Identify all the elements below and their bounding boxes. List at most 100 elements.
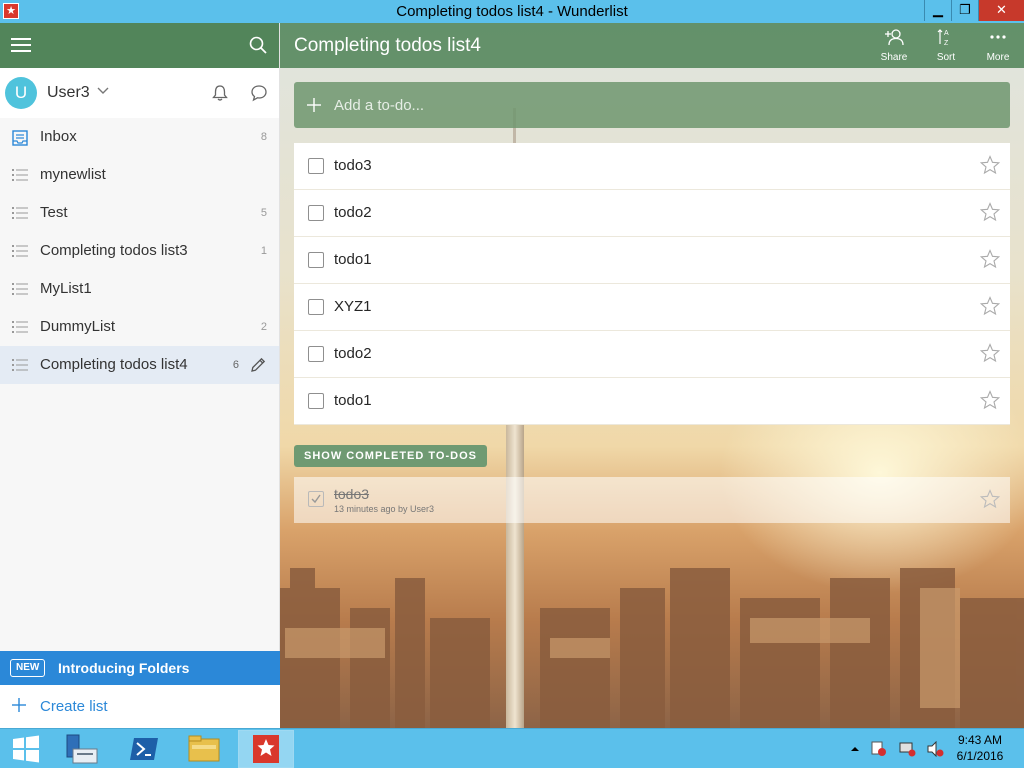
star-icon[interactable] — [980, 390, 1000, 410]
list-title: Completing todos list4 — [294, 35, 481, 56]
todo-item[interactable]: todo1 — [294, 378, 1010, 425]
sidebar-lists: Inbox 8 mynewlist Test 5 Completing todo… — [0, 118, 279, 384]
window-title: Completing todos list4 - Wunderlist — [396, 3, 628, 20]
maximize-button[interactable]: ❐ — [951, 0, 978, 21]
star-icon[interactable] — [980, 155, 1000, 175]
show-completed-button[interactable]: SHOW COMPLETED TO-DOS — [294, 445, 487, 467]
minimize-button[interactable]: ▁ — [924, 0, 951, 21]
todo-list: todo3 todo2 todo1 XYZ1 todo2 todo1 — [294, 143, 1010, 425]
window-controls: ▁ ❐ ✕ — [924, 0, 1024, 21]
sidebar-item-test[interactable]: Test 5 — [0, 194, 279, 232]
search-icon[interactable] — [249, 36, 267, 54]
svg-text:Z: Z — [944, 40, 949, 46]
todo-checkbox[interactable] — [308, 158, 324, 174]
todo-item[interactable]: todo2 — [294, 190, 1010, 237]
introducing-folders-banner[interactable]: NEW Introducing Folders — [0, 651, 280, 685]
todo-checkbox[interactable] — [308, 393, 324, 409]
todo-checkbox[interactable] — [308, 299, 324, 315]
completed-todo-item[interactable]: todo3 13 minutes ago by User3 — [294, 477, 1010, 523]
share-icon — [885, 29, 904, 46]
completed-todo-label[interactable]: todo3 — [334, 486, 369, 502]
create-list-button[interactable]: Create list — [0, 685, 280, 728]
more-button[interactable]: More — [978, 28, 1018, 63]
system-tray — [850, 741, 944, 757]
sort-button[interactable]: A Z Sort — [926, 28, 966, 63]
banner-text: Introducing Folders — [58, 660, 190, 676]
sidebar-item-count: 2 — [260, 321, 267, 333]
todo-checkbox[interactable] — [308, 252, 324, 268]
todo-label[interactable]: todo2 — [334, 345, 372, 362]
clock-time: 9:43 AM — [957, 733, 1003, 747]
server-manager-taskbar-button[interactable] — [56, 730, 112, 768]
powershell-taskbar-button[interactable] — [116, 730, 172, 768]
sidebar-item-label: DummyList — [40, 318, 116, 335]
wunderlist-taskbar-button[interactable] — [238, 730, 294, 768]
avatar[interactable]: U — [5, 77, 37, 109]
file-explorer-taskbar-button[interactable] — [176, 730, 232, 768]
clock-date: 6/1/2016 — [956, 749, 1004, 763]
todo-item[interactable]: todo2 — [294, 331, 1010, 378]
sidebar-item-mynewlist[interactable]: mynewlist — [0, 156, 279, 194]
add-todo-bar[interactable] — [294, 82, 1010, 128]
more-icon — [990, 35, 1006, 39]
system-clock[interactable]: 9:43 AM 6/1/2016 — [944, 732, 1016, 764]
share-button[interactable]: Share — [874, 28, 914, 63]
window-titlebar: ★ Completing todos list4 - Wunderlist ▁ … — [0, 0, 1024, 23]
todo-label[interactable]: todo1 — [334, 251, 372, 268]
bell-icon[interactable] — [211, 84, 229, 102]
todo-item[interactable]: todo3 — [294, 143, 1010, 190]
todo-item[interactable]: todo1 — [294, 237, 1010, 284]
sidebar-item-label: Test — [40, 204, 68, 221]
star-icon[interactable] — [980, 489, 1000, 509]
close-button[interactable]: ✕ — [978, 0, 1024, 21]
conversations-icon[interactable] — [250, 84, 268, 102]
star-icon[interactable] — [980, 202, 1000, 222]
sidebar-item-label: Completing todos list4 — [40, 356, 188, 373]
sidebar-item-label: MyList1 — [40, 280, 92, 297]
sidebar-item-mylist1[interactable]: MyList1 — [0, 270, 279, 308]
sidebar-item-count: 8 — [260, 131, 267, 143]
sidebar-item-label: mynewlist — [40, 166, 106, 183]
action-center-flag-icon[interactable] — [870, 741, 888, 757]
sidebar-item-dummylist[interactable]: DummyList 2 — [0, 308, 279, 346]
user-row: U User3 — [0, 68, 279, 118]
sidebar-item-completing-todos-list3[interactable]: Completing todos list3 1 — [0, 232, 279, 270]
plus-icon — [307, 98, 321, 112]
todo-label[interactable]: todo3 — [334, 157, 372, 174]
star-icon[interactable] — [980, 296, 1000, 316]
star-icon[interactable] — [980, 249, 1000, 269]
todo-checkbox[interactable] — [308, 205, 324, 221]
list-icon — [12, 321, 28, 333]
more-label: More — [986, 52, 1010, 63]
sidebar-item-label: Inbox — [40, 128, 77, 145]
add-todo-input[interactable] — [334, 94, 934, 116]
star-icon[interactable] — [980, 343, 1000, 363]
sidebar-header — [0, 23, 279, 68]
todo-checkbox[interactable] — [308, 346, 324, 362]
chevron-down-icon[interactable] — [97, 87, 109, 95]
todo-label[interactable]: todo1 — [334, 392, 372, 409]
start-button[interactable] — [0, 730, 56, 768]
completed-checkbox[interactable] — [308, 491, 324, 507]
create-list-label: Create list — [40, 698, 108, 715]
new-badge: NEW — [10, 659, 46, 677]
pencil-icon[interactable] — [249, 356, 267, 374]
wunderlist-icon — [253, 735, 279, 763]
todo-label[interactable]: XYZ1 — [334, 298, 372, 315]
list-icon — [12, 169, 28, 181]
todo-label[interactable]: todo2 — [334, 204, 372, 221]
completed-todo-meta: 13 minutes ago by User3 — [334, 504, 435, 514]
sidebar-item-inbox[interactable]: Inbox 8 — [0, 118, 279, 156]
sort-icon: A Z — [937, 29, 949, 47]
sidebar-item-label: Completing todos list3 — [40, 242, 188, 259]
todo-item[interactable]: XYZ1 — [294, 284, 1010, 331]
list-header: Completing todos list4 Share A Z Sort Mo… — [280, 23, 1024, 68]
volume-muted-icon[interactable] — [926, 741, 944, 757]
sidebar-item-completing-todos-list4[interactable]: Completing todos list4 6 — [0, 346, 279, 384]
user-name[interactable]: User3 — [47, 84, 90, 102]
inbox-icon — [12, 130, 28, 146]
network-icon[interactable] — [898, 741, 916, 757]
show-hidden-icons-icon[interactable] — [850, 741, 860, 757]
hamburger-menu-icon[interactable] — [11, 38, 31, 52]
plus-icon — [12, 698, 26, 712]
